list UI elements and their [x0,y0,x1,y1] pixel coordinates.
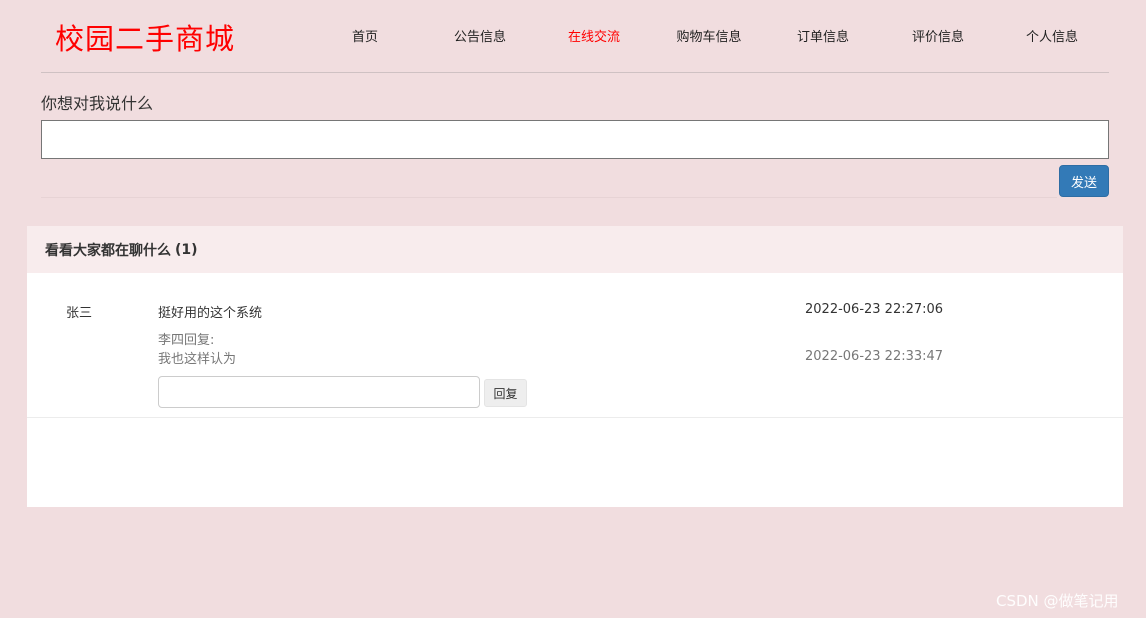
chat-panel-heading: 看看大家都在聊什么 (1) [27,226,1123,273]
message-time: 2022-06-23 22:27:06 [805,302,944,317]
reply-time: 2022-06-23 22:33:47 [805,349,944,364]
nav-item-orders[interactable]: 订单信息 [797,26,849,45]
chat-panel: 看看大家都在聊什么 (1) 张三 挺好用的这个系统 2022-06-23 22:… [27,226,1123,507]
message-input[interactable] [41,120,1109,159]
nav-item-online-chat[interactable]: 在线交流 [568,26,620,45]
nav-item-cart[interactable]: 购物车信息 [676,26,741,45]
reply-button[interactable]: 回复 [484,379,527,407]
chat-panel-title: 看看大家都在聊什么 [45,242,171,259]
message-text: 挺好用的这个系统 [158,306,263,321]
send-button[interactable]: 发送 [1059,165,1109,197]
nav-item-reviews[interactable]: 评价信息 [912,26,964,45]
nav-item-home[interactable]: 首页 [352,26,378,45]
message-form-label: 你想对我说什么 [41,94,154,113]
nav-item-announcements[interactable]: 公告信息 [454,26,506,45]
reply-author-label: 李四回复: [158,333,215,348]
reply-input[interactable] [158,376,480,408]
nav-item-profile[interactable]: 个人信息 [1026,26,1078,45]
page: 校园二手商城 首页 公告信息 在线交流 购物车信息 订单信息 评价信息 个人信息… [0,0,1146,618]
message-count: (1) [175,241,198,258]
form-divider [41,197,1057,198]
main-nav: 首页 公告信息 在线交流 购物车信息 订单信息 评价信息 个人信息 [0,26,1146,46]
reply-text: 我也这样认为 [158,352,237,367]
header-divider [41,72,1109,73]
message-author: 张三 [66,306,93,321]
watermark: CSDN @做笔记用 [996,592,1119,610]
